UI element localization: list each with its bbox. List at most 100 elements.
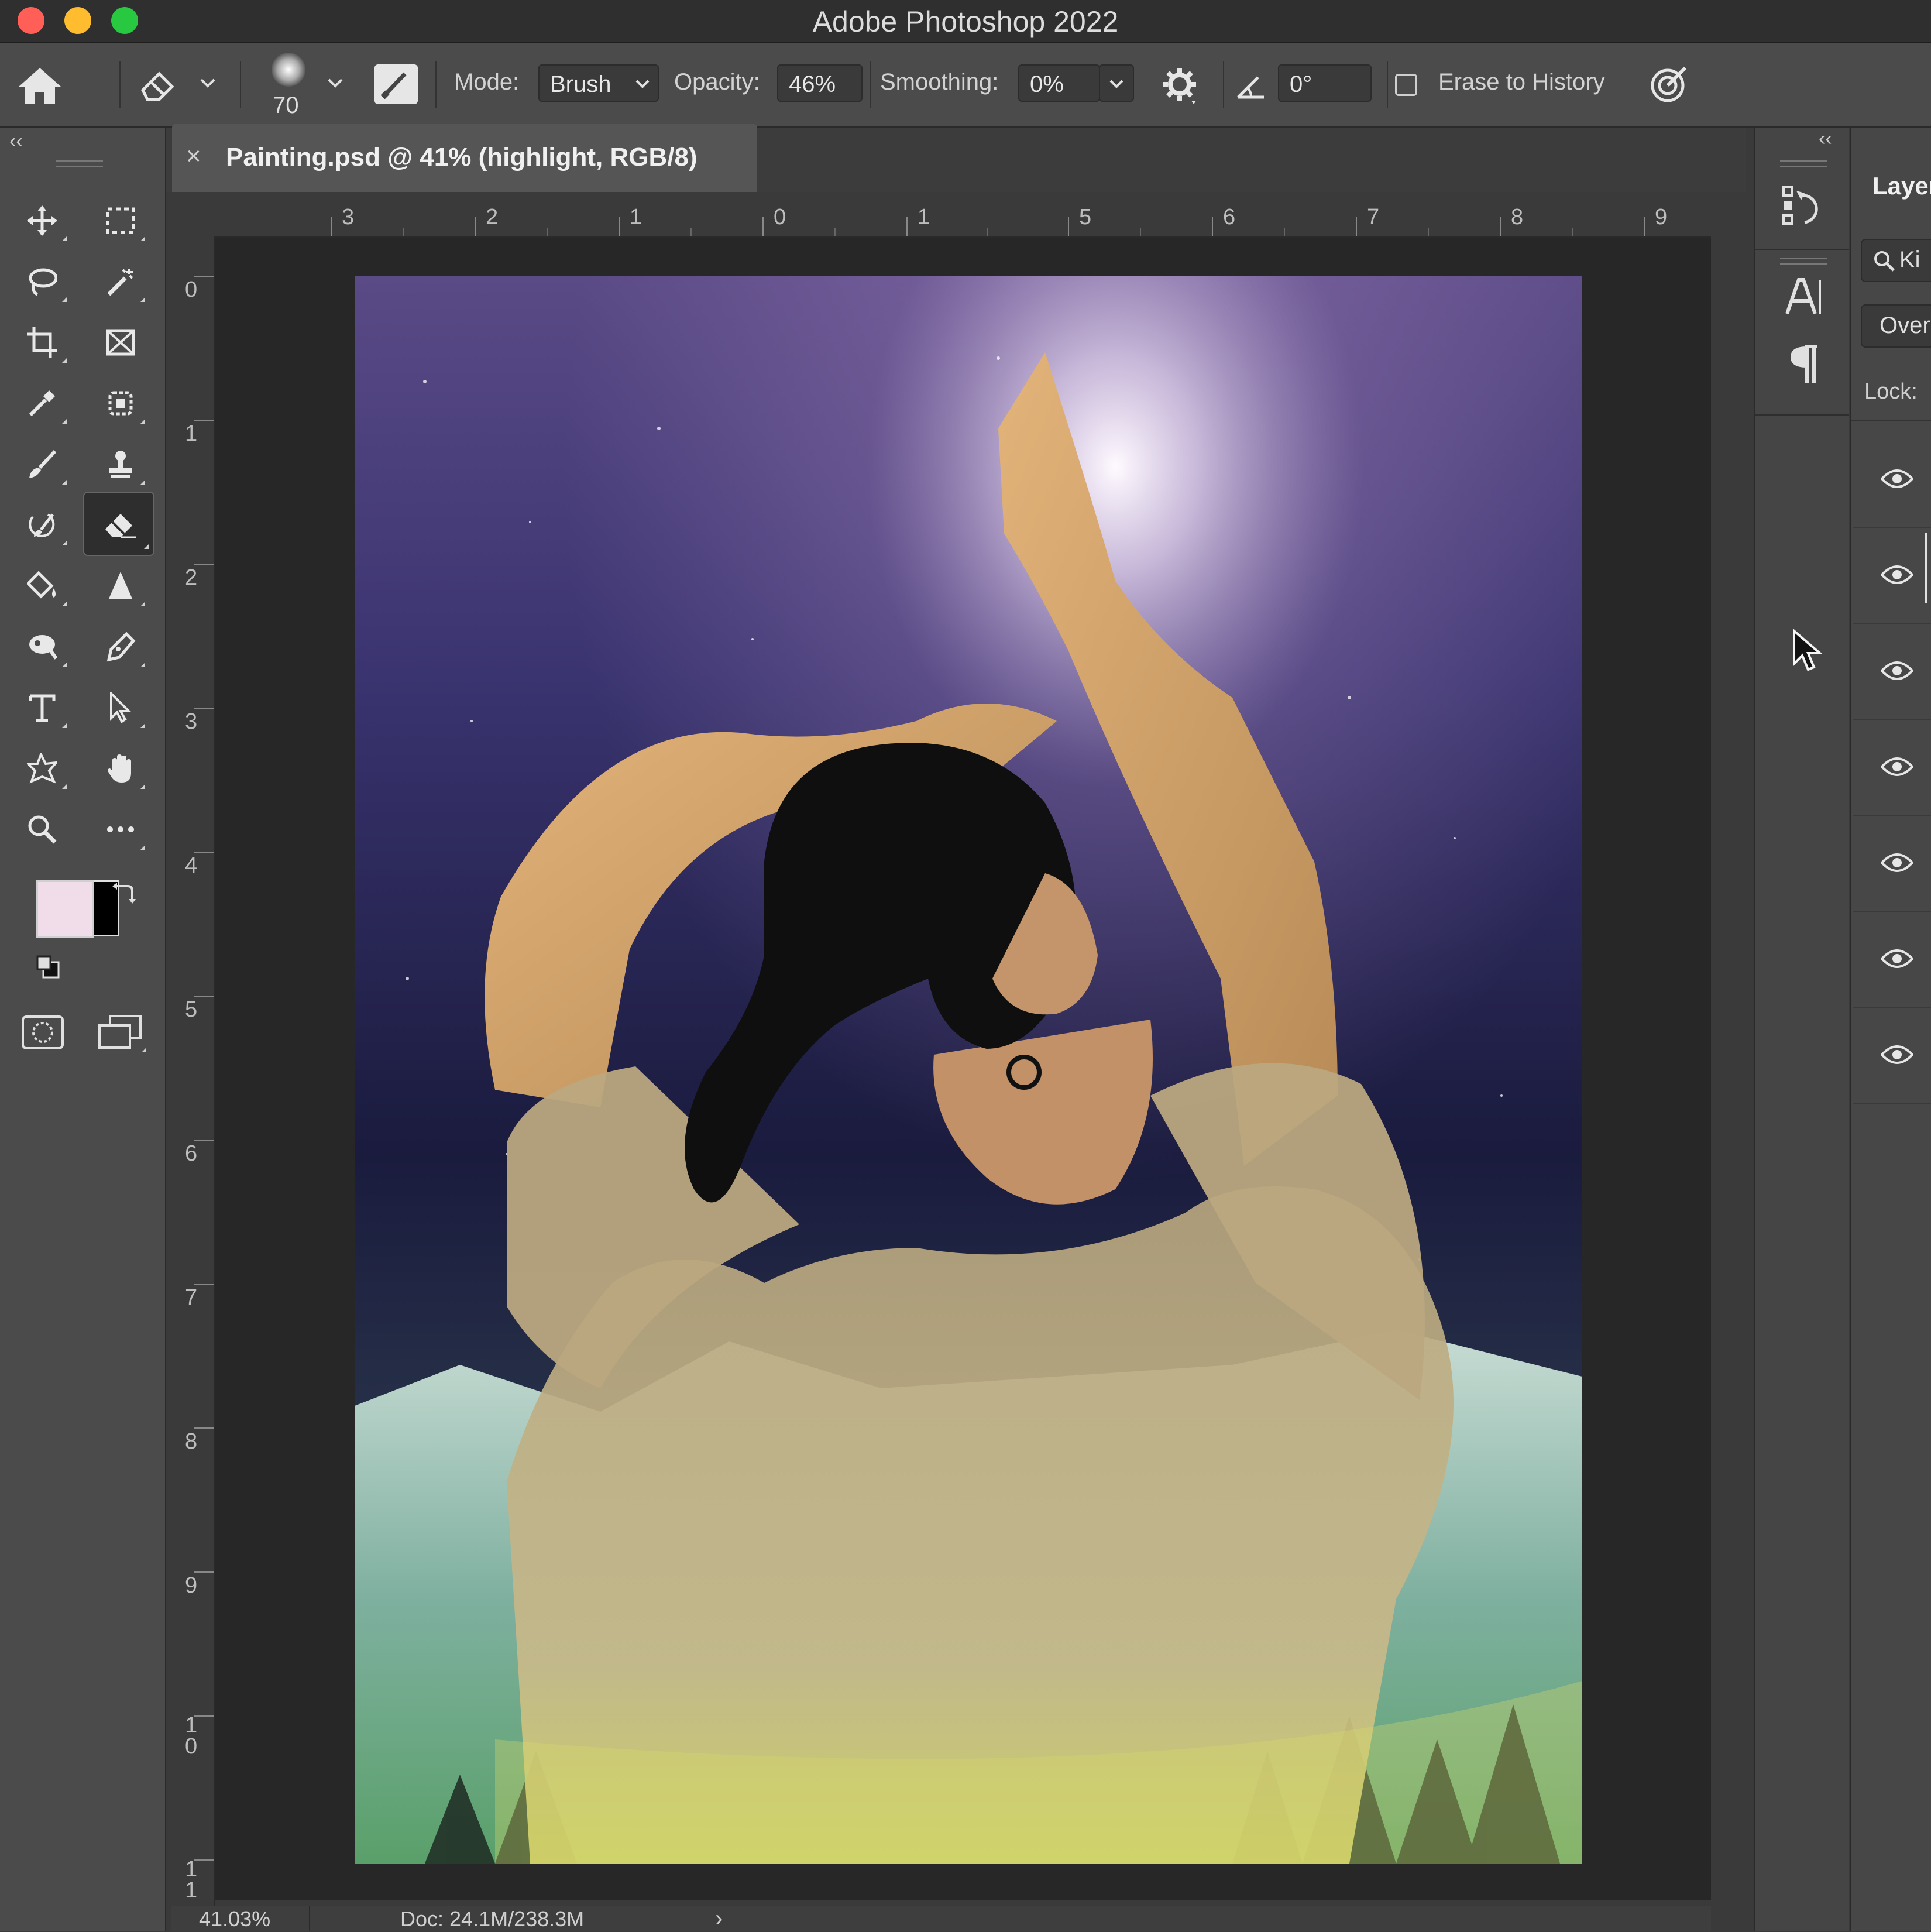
smoothing-gear-icon[interactable] — [1162, 67, 1201, 105]
layer-thumbnail-edge — [1925, 533, 1931, 603]
erase-to-history-checkbox[interactable] — [1395, 74, 1417, 96]
opacity-field[interactable]: 46% — [777, 64, 863, 102]
hand-icon — [108, 754, 131, 783]
angle-field[interactable]: 0° — [1278, 64, 1372, 102]
layer-row[interactable] — [1853, 817, 1931, 912]
ruler-label: 1 — [918, 205, 930, 229]
dodge-tool[interactable] — [13, 620, 71, 673]
document-size: Doc: 24.1M/238.3M — [400, 1907, 585, 1931]
pen-tool[interactable] — [91, 620, 150, 673]
foreground-color-swatch[interactable] — [36, 880, 94, 938]
triangle-icon — [109, 572, 132, 599]
screen-mode-icon[interactable] — [97, 1014, 146, 1052]
arrow-icon — [110, 692, 132, 723]
tool-preset-chevron-icon[interactable] — [199, 77, 217, 89]
lasso-icon — [29, 268, 57, 296]
eye-icon — [1881, 565, 1913, 584]
path-select-tool[interactable] — [91, 681, 150, 734]
brush-settings-panel-icon[interactable] — [374, 64, 418, 104]
lasso-tool[interactable] — [13, 255, 71, 308]
swap-colors-icon[interactable] — [111, 880, 137, 906]
divider — [1223, 61, 1224, 108]
hand-tool[interactable] — [91, 742, 150, 795]
document-canvas[interactable] — [355, 276, 1582, 1864]
paragraph-panel-icon[interactable] — [1787, 344, 1822, 385]
healing-tool[interactable] — [91, 377, 150, 430]
brush-tool[interactable] — [13, 438, 71, 490]
blend-mode-select[interactable]: Over — [1861, 304, 1931, 348]
ruler-label: 1 1 — [185, 1857, 198, 1903]
magic-wand-icon — [107, 269, 133, 296]
layer-row[interactable] — [1853, 1009, 1931, 1104]
panel-grip[interactable] — [1780, 160, 1827, 167]
eye-icon — [1881, 469, 1913, 488]
zoom-level[interactable]: 41.03% — [199, 1907, 270, 1931]
panel-grip[interactable] — [56, 160, 103, 167]
collapse-panel-icon[interactable]: ‹‹ — [9, 130, 23, 153]
eraser-tool-active[interactable] — [83, 492, 154, 556]
smoothing-dropdown[interactable] — [1099, 64, 1134, 102]
healing-icon — [108, 391, 133, 416]
tools-panel: ‹‹ — [0, 128, 166, 1931]
expand-panels-icon[interactable]: ‹‹ — [1819, 128, 1832, 150]
status-menu-arrow-icon[interactable]: › — [715, 1906, 723, 1932]
history-brush-tool[interactable] — [13, 499, 71, 551]
mode-select[interactable]: Brush — [538, 64, 659, 102]
layer-row[interactable] — [1853, 721, 1931, 816]
shape-tool[interactable] — [13, 742, 71, 795]
document-tab-title[interactable]: Painting.psd @ 41% (highlight, RGB/8) — [226, 143, 698, 172]
eye-icon — [1881, 853, 1913, 872]
brush-picker-chevron-icon[interactable] — [327, 77, 344, 89]
paint-bucket-tool[interactable] — [13, 560, 71, 612]
ruler-label: 9 — [185, 1573, 198, 1598]
chevron-down-icon — [635, 80, 650, 88]
horizontal-ruler[interactable]: 3 2 1 0 1 5 6 7 8 9 — [171, 193, 1711, 238]
marquee-tool[interactable] — [91, 194, 150, 247]
history-panel-icon[interactable] — [1781, 184, 1823, 228]
vertical-ruler[interactable]: 0 1 2 3 4 5 6 7 8 9 1 0 1 1 — [171, 236, 215, 1906]
pen-icon — [106, 632, 136, 662]
close-tab-icon[interactable]: × — [186, 142, 201, 171]
stamp-tool[interactable] — [91, 438, 150, 490]
shape-icon — [27, 753, 57, 784]
opacity-label: Opacity: — [674, 69, 760, 95]
layer-row[interactable] — [1853, 529, 1931, 624]
character-panel-icon[interactable] — [1785, 276, 1823, 317]
layers-tab[interactable]: Layer — [1872, 172, 1931, 200]
ruler-label: 1 0 — [185, 1713, 198, 1759]
erase-to-history-label[interactable]: Erase to History — [1438, 69, 1605, 95]
layer-row[interactable] — [1853, 625, 1931, 720]
divider — [309, 1906, 310, 1931]
sharpen-tool[interactable] — [91, 560, 150, 612]
ruler-label: 1 — [185, 421, 198, 446]
frame-tool[interactable] — [91, 316, 150, 369]
magic-wand-tool[interactable] — [91, 255, 150, 308]
layer-row[interactable] — [1853, 913, 1931, 1008]
type-icon — [29, 694, 56, 722]
crop-tool[interactable] — [13, 316, 71, 369]
smoothing-field[interactable]: 0% — [1018, 64, 1100, 102]
ruler-label: 3 — [342, 205, 355, 229]
app-title: Adobe Photoshop 2022 — [812, 5, 1119, 38]
brush-preview-icon[interactable] — [272, 53, 305, 87]
more-tools[interactable] — [91, 803, 150, 856]
eyedropper-tool[interactable] — [13, 377, 71, 430]
panel-grip[interactable] — [1780, 258, 1827, 265]
type-tool[interactable] — [13, 681, 71, 734]
ellipsis-icon — [107, 826, 134, 832]
zoom-tool[interactable] — [13, 803, 71, 856]
pressure-opacity-icon[interactable] — [1648, 63, 1690, 105]
move-tool[interactable] — [13, 194, 71, 247]
zoom-icon — [28, 815, 57, 844]
quick-mask-icon[interactable] — [21, 1015, 64, 1050]
eraser-icon[interactable] — [138, 67, 179, 102]
ruler-label: 6 — [1223, 205, 1236, 229]
layer-filter-search[interactable]: Ki — [1861, 239, 1931, 282]
layer-row[interactable] — [1853, 433, 1931, 528]
default-colors-icon[interactable] — [35, 954, 61, 980]
ruler-label: 6 — [185, 1141, 198, 1166]
eyedropper-icon — [29, 390, 55, 417]
home-icon[interactable] — [15, 66, 64, 107]
ruler-label: 8 — [185, 1429, 198, 1454]
dodge-icon — [29, 635, 57, 660]
